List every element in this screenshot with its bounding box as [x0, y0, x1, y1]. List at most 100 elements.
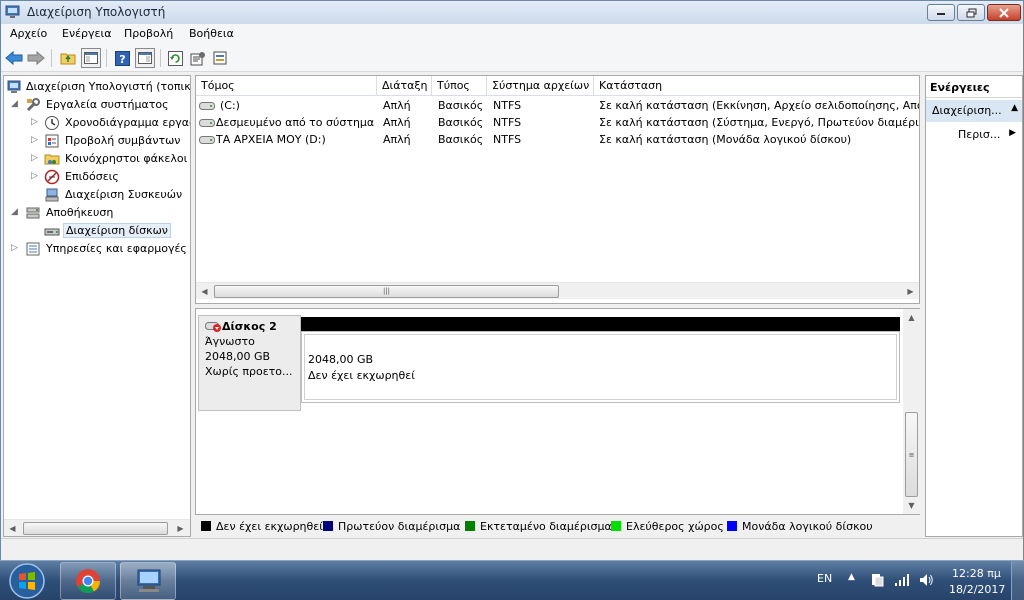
- show-hide-action-pane-button[interactable]: [135, 48, 155, 68]
- tree-item-services-apps[interactable]: ▷ Υπηρεσίες και εφαρμογές: [4, 240, 190, 258]
- disk-type: Άγνωστο: [205, 335, 255, 348]
- window-title: Διαχείριση Υπολογιστή: [27, 5, 166, 19]
- network-signal-icon[interactable]: [894, 573, 910, 587]
- disk-info-card[interactable]: Δίσκος 2 Άγνωστο 2048,00 GB Χωρίς προετο…: [198, 315, 301, 411]
- expand-arrow-icon[interactable]: ▷: [31, 171, 41, 181]
- tree-item-task-scheduler[interactable]: ▷ Χρονοδιάγραμμα εργασ: [4, 114, 190, 132]
- menu-bar: Αρχείο Ενέργεια Προβολή Βοήθεια: [1, 24, 1023, 44]
- tree-label: Προβολή συμβάντων: [65, 134, 181, 147]
- volume-status: Σε καλή κατάσταση (Εκκίνηση, Αρχείο σελι…: [599, 99, 919, 112]
- expand-arrow-icon[interactable]: ▷: [31, 153, 41, 163]
- action-center-icon[interactable]: [870, 573, 884, 587]
- back-button[interactable]: [4, 48, 24, 68]
- column-header-type[interactable]: Τύπος: [432, 76, 487, 95]
- drive-icon: [199, 136, 215, 144]
- scroll-thumb[interactable]: |||: [214, 285, 559, 298]
- folder-up-icon: [60, 53, 76, 65]
- tree-item-disk-management[interactable]: Διαχείριση δίσκων: [4, 222, 190, 240]
- tree-label: Κοινόχρηστοι φάκελοι: [65, 152, 188, 165]
- scroll-left-icon[interactable]: ◀: [196, 283, 213, 300]
- disk-name: Δίσκος 2: [222, 320, 277, 333]
- show-hide-tree-button[interactable]: [81, 48, 101, 68]
- disk-view-vertical-scrollbar[interactable]: ▲ ≡ ▼: [903, 309, 920, 514]
- taskbar-computer-management-button[interactable]: [120, 562, 176, 600]
- partition-state: Δεν έχει εκχωρηθεί: [308, 369, 415, 382]
- shared-folder-icon: [44, 154, 60, 165]
- disk-header: Δίσκος 2: [205, 319, 294, 334]
- scroll-down-icon[interactable]: ▼: [903, 497, 920, 514]
- expand-arrow-icon[interactable]: ▷: [11, 243, 21, 253]
- language-indicator[interactable]: EN: [817, 572, 832, 585]
- menu-view[interactable]: Προβολή: [124, 27, 173, 40]
- legend-label: Πρωτεύον διαμέρισμα: [338, 520, 461, 533]
- partition-inner: 2048,00 GB Δεν έχει εκχωρηθεί: [304, 334, 897, 400]
- tree-item-system-tools[interactable]: ◢ Εργαλεία συστήματος: [4, 96, 190, 114]
- disk-options-button[interactable]: [211, 48, 231, 68]
- volume-type: Βασικός: [438, 99, 484, 112]
- column-header-filesystem[interactable]: Σύστημα αρχείων: [487, 76, 594, 95]
- close-button[interactable]: [987, 4, 1021, 21]
- legend-label: Δεν έχει εκχωρηθεί: [216, 520, 323, 533]
- column-header-volume[interactable]: Τόμος: [196, 76, 377, 95]
- volume-filesystem: NTFS: [493, 99, 522, 112]
- volume-list: Τόμος Διάταξη Τύπος Σύστημα αρχείων Κατά…: [195, 75, 920, 304]
- forward-button[interactable]: [26, 48, 46, 68]
- scroll-right-icon[interactable]: ▶: [172, 520, 189, 536]
- start-button[interactable]: [6, 562, 48, 600]
- tree-item-device-manager[interactable]: Διαχείριση Συσκευών: [4, 186, 190, 204]
- scroll-left-icon[interactable]: ◀: [4, 520, 21, 536]
- table-row[interactable]: ΤΑ ΑΡΧΕΙΑ ΜΟΥ (D:) Απλή Βασικός NTFS Σε …: [196, 131, 919, 148]
- properties-button[interactable]: [188, 48, 208, 68]
- scroll-up-icon[interactable]: ▲: [903, 309, 920, 326]
- scroll-right-icon[interactable]: ▶: [902, 283, 919, 300]
- refresh-button[interactable]: [165, 48, 185, 68]
- tree-item-shared-folders[interactable]: ▷ Κοινόχρηστοι φάκελοι: [4, 150, 190, 168]
- title-bar[interactable]: Διαχείριση Υπολογιστή: [1, 1, 1023, 24]
- scroll-thumb[interactable]: [23, 522, 168, 535]
- show-hidden-icons-button[interactable]: ▲: [848, 572, 855, 582]
- actions-more[interactable]: Περισ... ▶: [926, 125, 1022, 145]
- menu-help[interactable]: Βοήθεια: [189, 27, 234, 40]
- expand-arrow-icon[interactable]: ▷: [31, 135, 41, 145]
- up-folder-button[interactable]: [58, 48, 78, 68]
- computer-management-icon: [137, 569, 161, 592]
- column-header-layout[interactable]: Διάταξη: [377, 76, 432, 95]
- unallocated-partition[interactable]: 2048,00 GB Δεν έχει εκχωρηθεί: [301, 331, 900, 403]
- menu-action[interactable]: Ενέργεια: [62, 27, 111, 40]
- tree-item-performance[interactable]: ▷ Επιδόσεις: [4, 168, 190, 186]
- computer-management-icon: [5, 5, 20, 18]
- actions-section-disk-management[interactable]: Διαχείριση... ▲: [926, 100, 1022, 122]
- tree-label: Διαχείριση Υπολογιστή (τοπικ: [26, 80, 191, 93]
- collapse-up-icon[interactable]: ▲: [1011, 103, 1018, 113]
- tree-label: Διαχείριση Συσκευών: [65, 188, 183, 201]
- minimize-button[interactable]: [927, 4, 955, 21]
- scroll-thumb[interactable]: ≡: [905, 412, 918, 497]
- table-row[interactable]: (C:) Απλή Βασικός NTFS Σε καλή κατάσταση…: [196, 97, 919, 114]
- clock-date[interactable]: 18/2/2017: [949, 583, 1005, 596]
- show-desktop-button[interactable]: [1011, 561, 1024, 600]
- menu-file[interactable]: Αρχείο: [10, 27, 47, 40]
- expand-arrow-icon[interactable]: ▷: [31, 117, 41, 127]
- volume-speaker-icon[interactable]: [918, 572, 934, 588]
- restore-button[interactable]: [957, 4, 985, 21]
- collapse-arrow-icon[interactable]: ◢: [11, 99, 21, 109]
- legend: Δεν έχει εκχωρηθεί Πρωτεύον διαμέρισμα Ε…: [195, 515, 920, 537]
- taskbar-chrome-button[interactable]: [60, 562, 116, 600]
- event-viewer-icon: [45, 134, 59, 148]
- clock-time[interactable]: 12:28 πμ: [952, 567, 1001, 580]
- tree-item-storage[interactable]: ◢ Αποθήκευση: [4, 204, 190, 222]
- column-header-status[interactable]: Κατάσταση: [594, 76, 919, 95]
- partition-size: 2048,00 GB: [308, 353, 374, 366]
- help-button[interactable]: ?: [112, 48, 132, 68]
- volume-name: Δεσμευμένο από το σύστημα: [216, 116, 374, 129]
- volume-layout: Απλή: [383, 116, 411, 129]
- tree-label: Αποθήκευση: [46, 206, 114, 219]
- collapse-arrow-icon[interactable]: ◢: [11, 207, 21, 217]
- tree-item-root[interactable]: Διαχείριση Υπολογιστή (τοπικ: [4, 78, 190, 96]
- toolbar: ?: [1, 44, 1023, 72]
- tree-horizontal-scrollbar[interactable]: ◀ ▶: [4, 519, 190, 536]
- actions-title: Ενέργειες: [926, 76, 1022, 98]
- tree-item-event-viewer[interactable]: ▷ Προβολή συμβάντων: [4, 132, 190, 150]
- volume-list-horizontal-scrollbar[interactable]: ◀ ||| ▶: [196, 282, 919, 299]
- table-row[interactable]: Δεσμευμένο από το σύστημα Απλή Βασικός N…: [196, 114, 919, 131]
